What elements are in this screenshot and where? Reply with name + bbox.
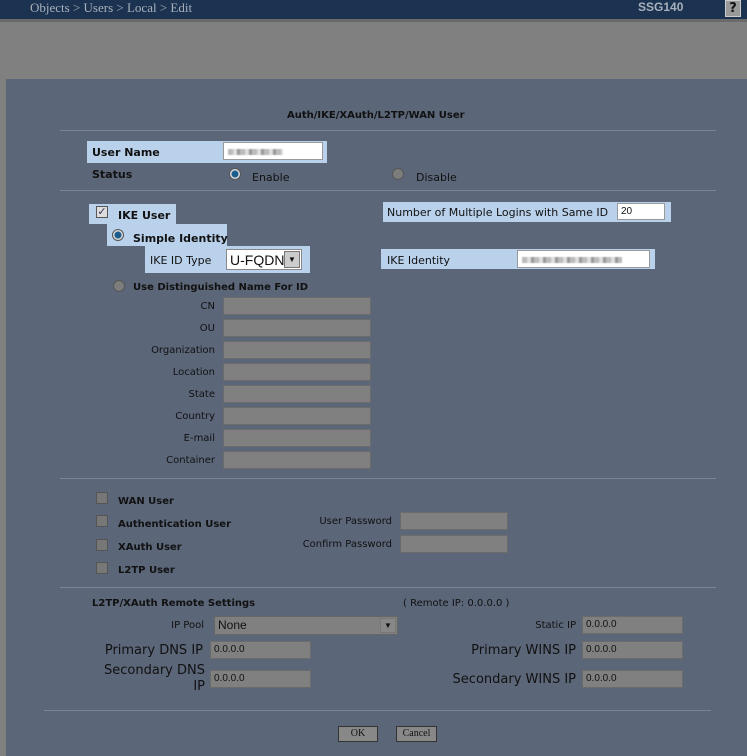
status-enable-label: Enable — [252, 171, 290, 184]
secondary-dns-input[interactable]: 0.0.0.0 — [210, 670, 311, 688]
divider — [60, 587, 716, 588]
dn-field-label: Container — [166, 455, 215, 466]
static-ip-label: Static IP — [535, 620, 576, 631]
xauth-user-checkbox[interactable] — [96, 539, 108, 551]
status-disable-radio[interactable] — [392, 168, 404, 180]
primary-dns-input[interactable]: 0.0.0.0 — [210, 641, 311, 659]
ip-pool-value: None — [218, 618, 247, 632]
status-label: Status — [92, 168, 133, 181]
remote-settings-title: L2TP/XAuth Remote Settings — [92, 598, 256, 609]
multi-login-input[interactable]: 20 — [617, 203, 665, 220]
divider — [60, 130, 716, 131]
remote-ip-text: ( Remote IP: 0.0.0.0 ) — [403, 598, 510, 609]
status-disable-label: Disable — [416, 171, 457, 184]
device-model: SSG140 — [638, 0, 684, 14]
ike-id-type-select[interactable]: U-FQDN ▼ — [226, 249, 302, 270]
dn-field-input-cn[interactable] — [223, 297, 371, 315]
chevron-down-icon: ▼ — [284, 251, 300, 268]
user-name-input[interactable] — [223, 142, 323, 160]
dn-field-label: Location — [172, 367, 215, 378]
dn-field-label: OU — [199, 323, 215, 334]
dn-field-label: E-mail — [183, 433, 215, 444]
use-dn-label: Use Distinguished Name For ID — [133, 282, 309, 293]
user-password-input[interactable] — [400, 512, 508, 530]
dn-field-label: State — [188, 389, 215, 400]
top-bar: Objects > Users > Local > Edit SSG140 ? — [0, 0, 747, 22]
ike-identity-label: IKE Identity — [387, 254, 451, 267]
ike-identity-input[interactable] — [517, 250, 650, 268]
confirm-password-input[interactable] — [400, 535, 508, 553]
user-password-label: User Password — [319, 516, 392, 527]
xauth-user-label: XAuth User — [118, 542, 182, 553]
multi-login-label: Number of Multiple Logins with Same ID — [387, 206, 609, 219]
ike-user-label: IKE User — [118, 209, 171, 222]
dn-field-input-location[interactable] — [223, 363, 371, 381]
ip-pool-select[interactable]: None ▼ — [214, 616, 398, 635]
user-name-label: User Name — [92, 146, 160, 159]
wan-user-label: WAN User — [118, 496, 174, 507]
dn-field-label: Country — [175, 411, 215, 422]
dn-field-input-state[interactable] — [223, 385, 371, 403]
divider — [60, 478, 716, 479]
breadcrumb: Objects > Users > Local > Edit — [30, 0, 193, 15]
dn-field-label: Organization — [151, 345, 215, 356]
auth-user-label: Authentication User — [118, 519, 232, 530]
form-title: Auth/IKE/XAuth/L2TP/WAN User — [287, 110, 465, 121]
l2tp-user-label: L2TP User — [118, 565, 175, 576]
l2tp-user-checkbox[interactable] — [96, 562, 108, 574]
ike-user-checkbox[interactable]: ✓ — [96, 206, 108, 218]
simple-identity-label: Simple Identity — [133, 232, 228, 245]
static-ip-input[interactable]: 0.0.0.0 — [582, 616, 683, 634]
primary-wins-input[interactable]: 0.0.0.0 — [582, 641, 683, 659]
ok-button[interactable]: OK — [338, 726, 378, 742]
primary-dns-label: Primary DNS IP — [104, 643, 203, 658]
dn-field-input-country[interactable] — [223, 407, 371, 425]
dn-field-input-organization[interactable] — [223, 341, 371, 359]
ike-id-type-label: IKE ID Type — [150, 254, 212, 267]
chevron-down-icon: ▼ — [380, 618, 396, 633]
help-icon[interactable]: ? — [725, 0, 741, 17]
secondary-wins-input[interactable]: 0.0.0.0 — [582, 670, 683, 688]
ip-pool-label: IP Pool — [171, 620, 204, 631]
status-enable-radio[interactable] — [229, 168, 241, 180]
divider — [44, 710, 711, 711]
auth-user-checkbox[interactable] — [96, 515, 108, 527]
confirm-password-label: Confirm Password — [302, 539, 392, 550]
cancel-button[interactable]: Cancel — [396, 726, 437, 742]
primary-wins-label: Primary WINS IP — [471, 643, 576, 658]
ike-id-type-value: U-FQDN — [230, 252, 285, 268]
dn-field-input-email[interactable] — [223, 429, 371, 447]
divider — [60, 190, 716, 191]
secondary-wins-label: Secondary WINS IP — [452, 672, 576, 687]
dn-field-label: CN — [200, 301, 215, 312]
wan-user-checkbox[interactable] — [96, 492, 108, 504]
secondary-dns-label: Secondary DNS IP — [104, 663, 205, 694]
use-dn-radio[interactable] — [113, 280, 125, 292]
dn-field-input-ou[interactable] — [223, 319, 371, 337]
simple-identity-radio[interactable] — [112, 229, 124, 241]
dn-field-input-container[interactable] — [223, 451, 371, 469]
